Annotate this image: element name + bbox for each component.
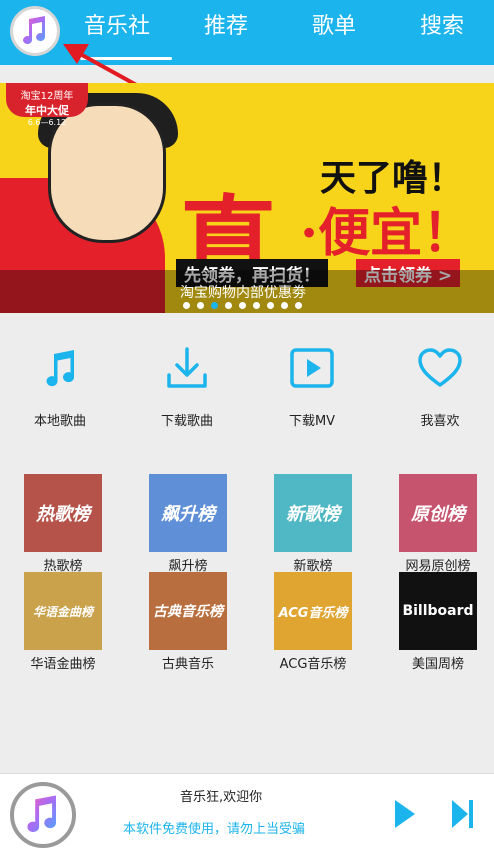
music-app-icon — [27, 795, 57, 832]
banner-pager-dot[interactable] — [183, 302, 190, 309]
chart-tile-original-text: 原创榜 — [411, 504, 465, 525]
music-app-icon — [23, 16, 46, 45]
download-icon — [167, 347, 207, 388]
badge-line-2: 年中大促 — [25, 104, 69, 117]
tab-search[interactable]: 搜索 — [420, 12, 464, 42]
video-play-icon — [290, 348, 334, 388]
badge-line-3: 6.6—6.12 — [27, 118, 67, 127]
mini-player[interactable]: 音乐狂,欢迎你 本软件免费使用，请勿上当受骗 — [0, 773, 494, 849]
chart-tile-billboard-text: Billboard — [402, 603, 474, 619]
download-songs-button[interactable]: 下载歌曲 — [132, 344, 242, 429]
chart-tile-classical-text: 古典音乐榜 — [153, 604, 223, 620]
player-album-art[interactable] — [10, 782, 76, 848]
download-songs-label: 下载歌曲 — [160, 414, 213, 429]
favorites-button[interactable]: 我喜欢 — [385, 344, 494, 429]
next-track-icon[interactable] — [450, 798, 476, 830]
chart-tile-rising-text: 飙升榜 — [161, 504, 215, 525]
tab-recommend[interactable]: 推荐 — [204, 12, 248, 42]
banner-pager-dot[interactable] — [253, 302, 260, 309]
chart-label-classical: 古典音乐 — [161, 657, 214, 672]
chart-tile-billboard[interactable]: Billboard — [399, 572, 477, 650]
chart-tile-original[interactable]: 原创榜 — [399, 474, 477, 552]
play-icon[interactable] — [392, 798, 418, 830]
banner-pager-dot[interactable] — [281, 302, 288, 309]
chart-tile-hot[interactable]: 热歌榜 — [24, 474, 102, 552]
chart-tile-hot-text: 热歌榜 — [36, 504, 90, 525]
local-songs-button[interactable]: 本地歌曲 — [5, 344, 115, 429]
banner-caption: 淘宝购物内部优惠劵 — [180, 285, 306, 301]
chart-tile-rising[interactable]: 飙升榜 — [149, 474, 227, 552]
chart-tile-classical[interactable]: 古典音乐榜 — [149, 572, 227, 650]
chart-tile-new-text: 新歌榜 — [286, 504, 340, 525]
chart-tile-chinese-gold[interactable]: 华语金曲榜 — [24, 572, 102, 650]
banner-pager-dot[interactable] — [225, 302, 232, 309]
banner-pager-dot[interactable] — [295, 302, 302, 309]
promo-banner[interactable]: 淘宝12周年 年中大促 6.6—6.12 真 天了噜！ ·便宜！ 先领券，再扫货… — [0, 83, 494, 313]
favorites-label: 我喜欢 — [420, 414, 460, 429]
music-note-icon — [46, 350, 75, 387]
heart-icon — [418, 348, 462, 387]
chart-label-acg: ACG音乐榜 — [279, 657, 347, 672]
banner-pager-dot[interactable] — [211, 302, 218, 309]
banner-pager-dot[interactable] — [267, 302, 274, 309]
chart-tile-chinese-gold-text: 华语金曲榜 — [32, 604, 93, 619]
banner-pager-dot[interactable] — [239, 302, 246, 309]
local-songs-label: 本地歌曲 — [33, 414, 86, 429]
chart-label-chinese-gold: 华语金曲榜 — [30, 657, 96, 672]
tab-playlists[interactable]: 歌单 — [312, 12, 356, 42]
banner-badge: 淘宝12周年 年中大促 6.6—6.12 — [6, 83, 88, 127]
chart-label-billboard: 美国周榜 — [411, 657, 464, 672]
chart-tile-acg-text: ACG音乐榜 — [278, 605, 348, 621]
player-title: 音乐狂,欢迎你 — [180, 790, 263, 805]
player-subtitle: 本软件免费使用，请勿上当受骗 — [123, 822, 306, 837]
banner-pager-dots[interactable] — [183, 302, 302, 309]
download-mv-label: 下载MV — [288, 414, 336, 429]
app-logo[interactable] — [10, 6, 60, 56]
chart-tile-new[interactable]: 新歌榜 — [274, 474, 352, 552]
banner-pager-dot[interactable] — [197, 302, 204, 309]
banner-headline-2: ·便宜！ — [300, 203, 475, 264]
download-mv-button[interactable]: 下载MV — [257, 344, 367, 429]
badge-line-1: 淘宝12周年 — [20, 91, 74, 102]
quick-actions: 本地歌曲 下载歌曲 下载MV 我喜欢 — [0, 330, 494, 440]
chart-tile-acg[interactable]: ACG音乐榜 — [274, 572, 352, 650]
